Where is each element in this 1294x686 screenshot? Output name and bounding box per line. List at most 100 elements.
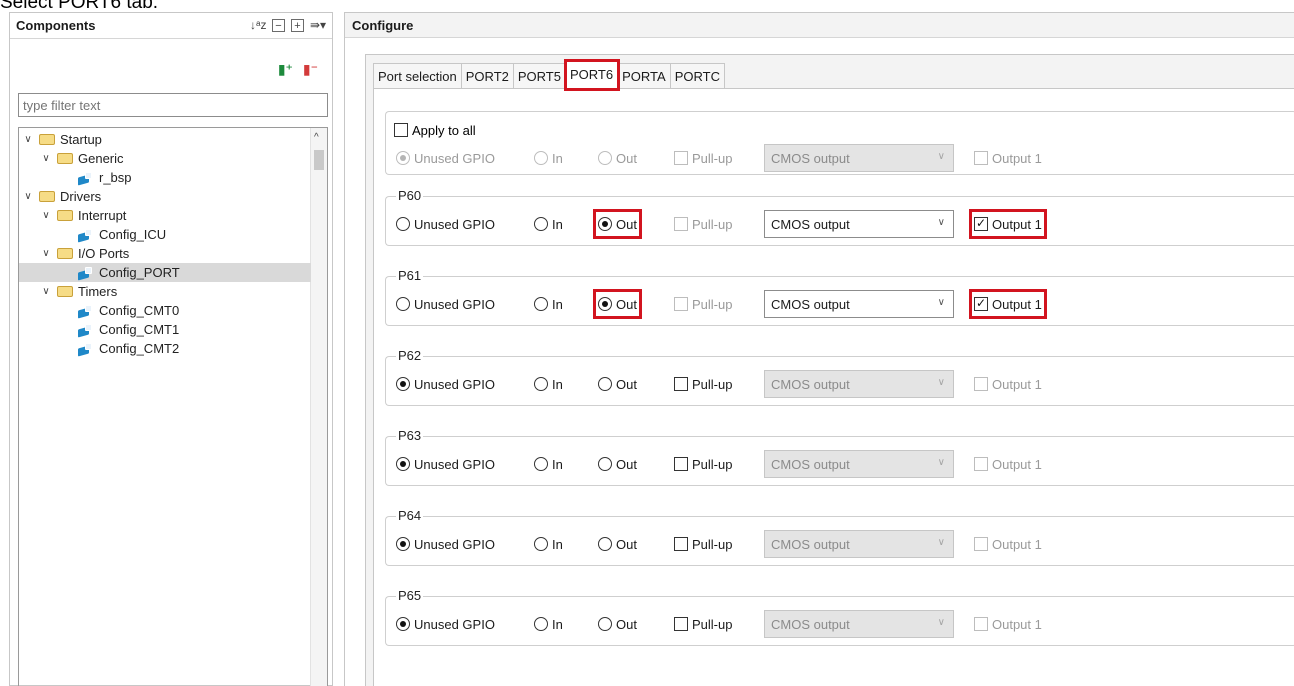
tree-folder[interactable]: ∨ Timers	[19, 282, 311, 301]
checkbox-pullup-box[interactable]	[674, 617, 688, 631]
radio-out[interactable]: Out	[593, 209, 642, 239]
remove-component-icon[interactable]: ▮⁻	[303, 61, 318, 78]
radio-unused-gpio[interactable]: Unused GPIO	[396, 214, 495, 234]
tree-component[interactable]: Config_PORT	[19, 263, 311, 282]
tree-component[interactable]: Config_CMT0	[19, 301, 311, 320]
radio-unused-gpio-indicator[interactable]	[396, 377, 410, 391]
radio-in[interactable]: In	[534, 614, 563, 634]
tab-port-selection[interactable]: Port selection	[373, 63, 462, 89]
tab-portc[interactable]: PORTC	[670, 63, 725, 89]
radio-out[interactable]: Out	[593, 289, 642, 319]
radio-in-label: In	[552, 296, 563, 312]
radio-in[interactable]: In	[534, 374, 563, 394]
radio-in[interactable]: In	[534, 294, 563, 314]
radio-unused-gpio-indicator[interactable]	[396, 217, 410, 231]
tree-folder[interactable]: ∨ Drivers	[19, 187, 311, 206]
radio-out[interactable]: Out	[598, 454, 637, 474]
radio-out-indicator[interactable]	[598, 297, 612, 311]
radio-unused-gpio[interactable]: Unused GPIO	[396, 454, 495, 474]
radio-out-indicator[interactable]	[598, 457, 612, 471]
expand-all-icon[interactable]: +	[291, 18, 304, 32]
collapse-all-icon[interactable]: −	[272, 18, 285, 32]
tree-folder[interactable]: ∨ I/O Ports	[19, 244, 311, 263]
radio-in-indicator[interactable]	[534, 537, 548, 551]
radio-in[interactable]: In	[534, 534, 563, 554]
radio-out-indicator[interactable]	[598, 617, 612, 631]
radio-in[interactable]: In	[534, 454, 563, 474]
radio-unused-gpio-label: Unused GPIO	[414, 456, 495, 472]
checkbox-output-1-box[interactable]	[974, 216, 988, 231]
checkbox-pullup[interactable]: Pull-up	[674, 534, 732, 554]
radio-out[interactable]: Out	[598, 374, 637, 394]
tree-component[interactable]: Config_CMT2	[19, 339, 311, 358]
tree-item-label: Config_CMT2	[99, 341, 180, 356]
chevron-down-icon[interactable]: ∨	[39, 149, 53, 168]
radio-unused-gpio-indicator[interactable]	[396, 457, 410, 471]
radio-out-label: Out	[616, 536, 637, 552]
checkbox-pullup[interactable]: Pull-up	[674, 454, 732, 474]
radio-in[interactable]: In	[534, 214, 563, 234]
tab-porta[interactable]: PORTA	[618, 63, 671, 89]
tree-scrollbar[interactable]: ^	[310, 128, 327, 686]
radio-in-indicator[interactable]	[534, 377, 548, 391]
checkbox-pullup-box[interactable]	[674, 457, 688, 471]
chevron-down-icon: ∨	[937, 217, 945, 228]
radio-out-indicator[interactable]	[598, 217, 612, 231]
radio-in-indicator[interactable]	[534, 457, 548, 471]
checkbox-pullup[interactable]: Pull-up	[674, 374, 732, 394]
radio-in-indicator[interactable]	[534, 217, 548, 231]
chevron-down-icon: ∨	[937, 537, 945, 548]
output-type-select[interactable]: CMOS output ∨	[764, 210, 954, 238]
checkbox-output-1-box[interactable]	[974, 296, 988, 311]
checkbox-output-1[interactable]: Output 1	[969, 209, 1047, 239]
checkbox-pullup-box[interactable]	[674, 537, 688, 551]
radio-unused-gpio[interactable]: Unused GPIO	[396, 534, 495, 554]
chevron-down-icon[interactable]: ∨	[21, 130, 35, 149]
tab-port2[interactable]: PORT2	[461, 63, 514, 89]
radio-unused-gpio-indicator[interactable]	[396, 617, 410, 631]
apply-to-all-box[interactable]	[394, 123, 408, 137]
radio-out-indicator[interactable]	[598, 377, 612, 391]
checkbox-pullup[interactable]: Pull-up	[674, 614, 732, 634]
radio-unused-gpio-label: Unused GPIO	[414, 216, 495, 232]
radio-out[interactable]: Out	[598, 614, 637, 634]
radio-in-indicator[interactable]	[534, 297, 548, 311]
chevron-down-icon: ∨	[937, 457, 945, 468]
checkbox-output-1[interactable]: Output 1	[969, 289, 1047, 319]
chevron-down-icon[interactable]: ∨	[39, 282, 53, 301]
radio-out-indicator[interactable]	[598, 537, 612, 551]
radio-in-indicator[interactable]	[534, 617, 548, 631]
tree-folder[interactable]: ∨ Generic	[19, 149, 311, 168]
scroll-thumb[interactable]	[314, 150, 324, 170]
tree-item-label: Drivers	[60, 189, 102, 204]
tree-component[interactable]: r_bsp	[19, 168, 311, 187]
radio-unused-gpio-indicator[interactable]	[396, 537, 410, 551]
configure-panel: Configure Port selection PORT2 PORT5 PORT6 P…	[344, 12, 1294, 686]
output-type-select[interactable]: CMOS output ∨	[764, 290, 954, 318]
chevron-down-icon[interactable]: ∨	[39, 206, 53, 225]
tree-component[interactable]: Config_CMT1	[19, 320, 311, 339]
tree-folder[interactable]: ∨ Interrupt	[19, 206, 311, 225]
radio-in-label: In	[552, 536, 563, 552]
tab-port6[interactable]: PORT6	[563, 59, 621, 91]
sort-alphabetical-icon[interactable]: ↓ᵃz	[250, 17, 266, 33]
tree-folder[interactable]: ∨ Startup	[19, 130, 311, 149]
tab-port5[interactable]: PORT5	[513, 63, 566, 89]
view-menu-icon[interactable]: ⇛▾	[310, 17, 326, 33]
scroll-up-icon[interactable]: ^	[314, 132, 319, 143]
radio-unused-gpio-indicator[interactable]	[396, 297, 410, 311]
chevron-down-icon[interactable]: ∨	[21, 187, 35, 206]
radio-unused-gpio[interactable]: Unused GPIO	[396, 374, 495, 394]
filter-input[interactable]	[18, 93, 328, 117]
pin-group-p63: P63 Unused GPIO In Out Pull-up CMOS output ∨ Ou…	[385, 428, 1294, 486]
add-component-icon[interactable]: ▮⁺	[278, 61, 293, 78]
checkbox-output-1: Output 1	[974, 148, 1042, 168]
radio-unused-gpio[interactable]: Unused GPIO	[396, 294, 495, 314]
chevron-down-icon[interactable]: ∨	[39, 244, 53, 263]
checkbox-pullup-box[interactable]	[674, 377, 688, 391]
radio-out[interactable]: Out	[598, 534, 637, 554]
configure-main: Port selection PORT2 PORT5 PORT6 PORTA PORTC …	[365, 54, 1294, 686]
tree-component[interactable]: Config_ICU	[19, 225, 311, 244]
apply-to-all-checkbox[interactable]: Apply to all	[394, 120, 476, 140]
radio-unused-gpio[interactable]: Unused GPIO	[396, 614, 495, 634]
